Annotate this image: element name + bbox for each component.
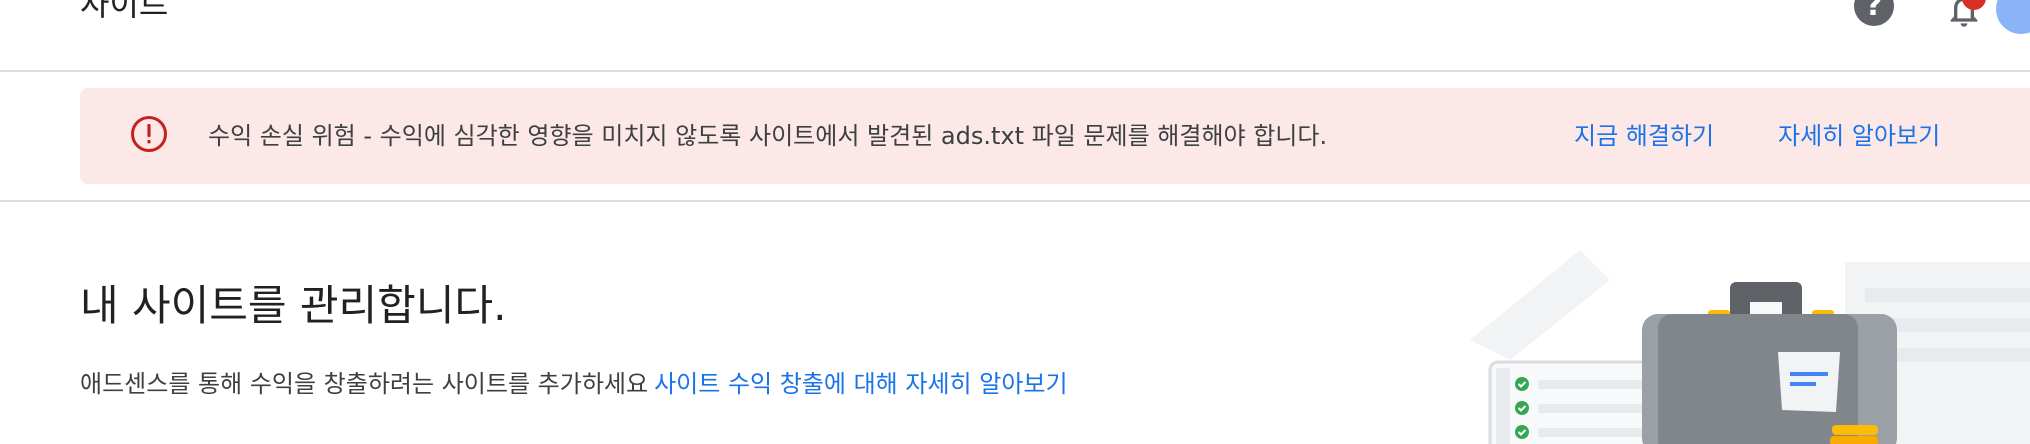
avatar[interactable] — [1996, 0, 2030, 34]
monetization-learn-more-link[interactable]: 사이트 수익 창출에 대해 자세히 알아보기 — [654, 370, 1068, 398]
description-text: 애드센스를 통해 수익을 창출하려는 사이트를 추가하세요 — [80, 370, 649, 398]
ads-txt-alert: 수익 손실 위험 - 수익에 심각한 영향을 미치지 않도록 사이트에서 발견된… — [80, 88, 2030, 184]
help-icon[interactable]: ? — [1854, 0, 1894, 26]
main-description: 애드센스를 통해 수익을 창출하려는 사이트를 추가하세요 사이트 수익 창출에 … — [80, 368, 1068, 400]
briefcase-checklist-illustration — [1470, 250, 2030, 444]
page: 사이트 ? 수익 손실 위험 - 수익에 심각한 영향을 미치지 않도록 사이트… — [0, 0, 2030, 444]
error-circle-icon — [131, 116, 167, 152]
fix-now-link[interactable]: 지금 해결하기 — [1574, 88, 1714, 184]
alert-section: 수익 손실 위험 - 수익에 심각한 영향을 미치지 않도록 사이트에서 발견된… — [0, 72, 2030, 202]
learn-more-link[interactable]: 자세히 알아보기 — [1778, 88, 1940, 184]
app-header: 사이트 ? — [0, 0, 2030, 72]
page-title: 사이트 — [80, 0, 169, 23]
alert-message: 수익 손실 위험 - 수익에 심각한 영향을 미치지 않도록 사이트에서 발견된… — [208, 122, 1328, 150]
main-heading: 내 사이트를 관리합니다. — [80, 281, 507, 330]
